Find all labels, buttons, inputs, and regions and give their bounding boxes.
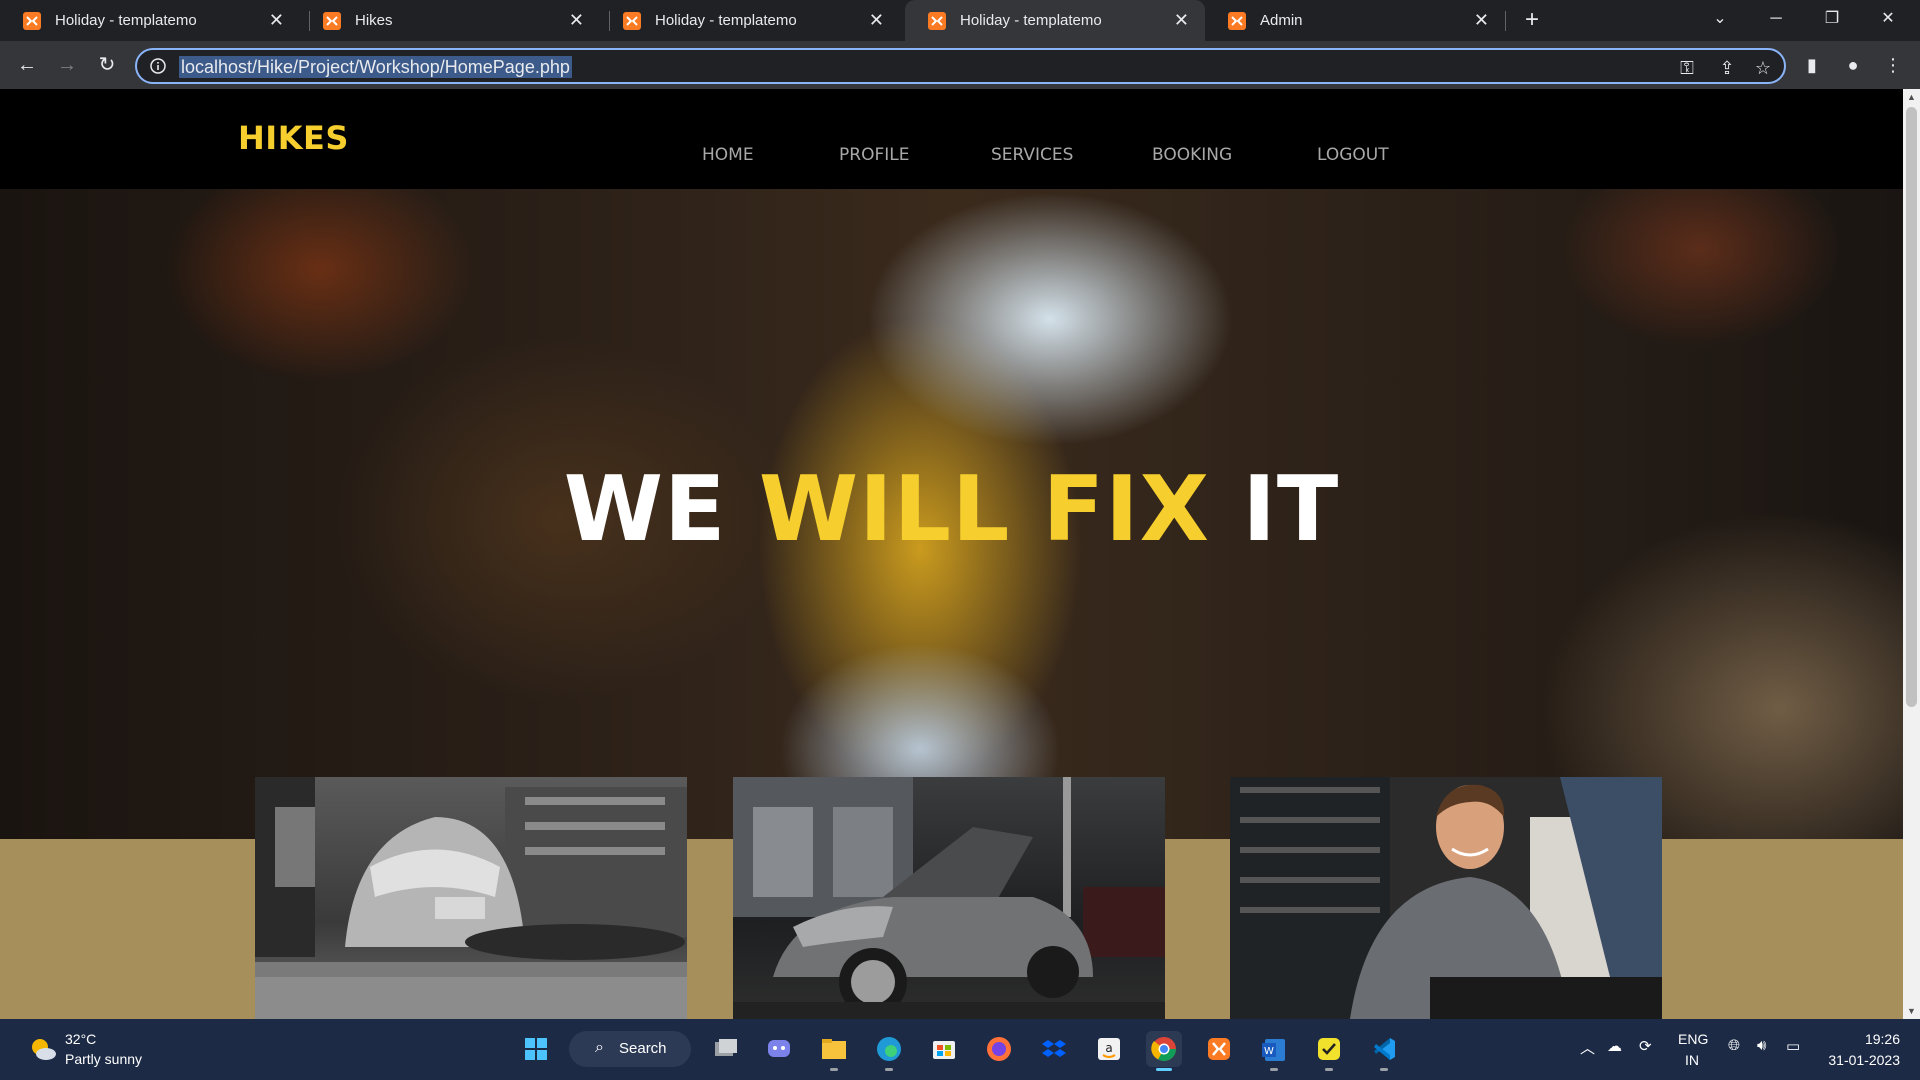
taskbar-search-label: Search	[619, 1040, 667, 1057]
tab-title: Holiday - templatemo	[655, 12, 797, 29]
clock-date[interactable]: 31-01-2023	[1828, 1052, 1900, 1068]
site-header: HIKES HOME PROFILE SERVICES BOOKING LOGO…	[0, 89, 1903, 189]
firefox-app-icon[interactable]	[981, 1031, 1017, 1067]
clock-time[interactable]: 19:26	[1865, 1031, 1900, 1047]
reload-icon[interactable]: ↻	[92, 50, 122, 80]
tab-divider	[1505, 11, 1506, 31]
start-button[interactable]	[518, 1031, 554, 1067]
windows-taskbar: 32°C Partly sunny ⌕ Search a W ︿ ☁ ⟳ ENG…	[0, 1019, 1920, 1080]
vscode-app-icon[interactable]	[1366, 1031, 1402, 1071]
browser-toolbar: ← → ↻ localhost/Hike/Project/Workshop/Ho…	[0, 41, 1920, 89]
back-arrow-icon[interactable]: ←	[12, 50, 42, 80]
search-icon: ⌕	[595, 1039, 604, 1056]
network-globe-icon[interactable]: 🌐︎	[1728, 1037, 1740, 1054]
tab-admin[interactable]: Admin ✕	[1205, 0, 1505, 41]
windows-logo-icon	[525, 1038, 547, 1060]
amazon-app-icon[interactable]: a	[1091, 1031, 1127, 1067]
svg-text:W: W	[1264, 1046, 1274, 1057]
region-code[interactable]: IN	[1685, 1052, 1699, 1068]
weather-desc[interactable]: Partly sunny	[65, 1051, 142, 1067]
tab-search-chevron-icon[interactable]: ⌄	[1692, 0, 1748, 41]
scroll-thumb[interactable]	[1906, 107, 1917, 707]
tab-holiday-active[interactable]: Holiday - templatemo ✕	[905, 0, 1205, 41]
xampp-favicon-icon	[1228, 12, 1246, 30]
page-scrollbar[interactable]: ▲ ▼	[1903, 89, 1920, 1019]
weather-temp[interactable]: 32°C	[65, 1031, 96, 1047]
taskbar-search[interactable]: ⌕ Search	[569, 1031, 691, 1067]
tab-title: Hikes	[355, 12, 393, 29]
dropbox-app-icon[interactable]	[1036, 1031, 1072, 1067]
sync-icon[interactable]: ⟳	[1639, 1037, 1652, 1055]
url-text[interactable]: localhost/Hike/Project/Workshop/HomePage…	[179, 56, 572, 78]
bookmark-star-icon[interactable]: ☆	[1751, 56, 1775, 80]
restore-icon[interactable]: ❐	[1804, 0, 1860, 41]
partly-sunny-icon[interactable]	[28, 1034, 58, 1064]
xampp-favicon-icon	[623, 12, 641, 30]
language-code[interactable]: ENG	[1678, 1031, 1708, 1047]
hero-title: WE WILL FIX IT	[0, 457, 1903, 562]
hero-title-part2: IT	[1210, 457, 1340, 562]
battery-icon[interactable]: ▭	[1786, 1037, 1800, 1055]
tab-bar: Holiday - templatemo ✕ Hikes ✕ Holiday -…	[0, 0, 1920, 41]
volume-icon[interactable]: 🔊︎	[1757, 1037, 1766, 1054]
forward-arrow-icon[interactable]: →	[52, 50, 82, 80]
close-window-icon[interactable]: ✕	[1860, 0, 1916, 41]
share-icon[interactable]: ⇪	[1715, 56, 1739, 80]
xampp-favicon-icon	[928, 12, 946, 30]
tab-close-icon[interactable]: ✕	[269, 10, 284, 30]
tab-close-icon[interactable]: ✕	[1174, 10, 1189, 30]
file-explorer-app-icon[interactable]	[816, 1031, 852, 1071]
nav-booking[interactable]: BOOKING	[1152, 145, 1232, 165]
show-hidden-icons-chevron-icon[interactable]: ︿	[1580, 1037, 1595, 1058]
minimize-icon[interactable]: ─	[1748, 0, 1804, 41]
page-viewport: HIKES HOME PROFILE SERVICES BOOKING LOGO…	[0, 89, 1903, 1019]
onedrive-cloud-icon[interactable]: ☁	[1607, 1037, 1622, 1055]
new-tab-button[interactable]: +	[1518, 6, 1546, 34]
tab-title: Holiday - templatemo	[55, 12, 197, 29]
tab-holiday-2[interactable]: Holiday - templatemo ✕	[600, 0, 900, 41]
menu-kebab-icon[interactable]: ⋮	[1878, 50, 1908, 80]
address-bar[interactable]: localhost/Hike/Project/Workshop/HomePage…	[135, 48, 1786, 84]
teams-chat-app-icon[interactable]	[761, 1031, 797, 1067]
key-icon[interactable]: ⚿	[1675, 56, 1699, 80]
tab-title: Holiday - templatemo	[960, 12, 1102, 29]
tab-close-icon[interactable]: ✕	[869, 10, 884, 30]
tab-close-icon[interactable]: ✕	[1474, 10, 1489, 30]
hero-title-part1: WE	[563, 457, 759, 562]
xampp-app-icon[interactable]	[1201, 1031, 1237, 1067]
todo-app-icon[interactable]	[1311, 1031, 1347, 1071]
site-logo[interactable]: HIKES	[238, 119, 349, 157]
scroll-up-arrow-icon[interactable]: ▲	[1903, 89, 1920, 105]
tab-title: Admin	[1260, 12, 1303, 29]
tab-hikes[interactable]: Hikes ✕	[300, 0, 600, 41]
hero-banner: WE WILL FIX IT	[0, 189, 1903, 849]
sports-car-open-hood-garage-photo	[733, 777, 1165, 1019]
task-view-app-icon[interactable]	[707, 1031, 743, 1067]
nav-logout[interactable]: LOGOUT	[1317, 145, 1389, 165]
xampp-favicon-icon	[23, 12, 41, 30]
chrome-app-icon[interactable]	[1146, 1031, 1182, 1071]
microsoft-store-app-icon[interactable]	[926, 1031, 962, 1067]
profile-icon[interactable]: ●	[1838, 50, 1868, 80]
mechanic-under-vintage-car-photo	[255, 777, 687, 1019]
xampp-favicon-icon	[323, 12, 341, 30]
side-panel-icon[interactable]: ▮	[1797, 50, 1827, 80]
nav-services[interactable]: SERVICES	[991, 145, 1073, 165]
word-app-icon[interactable]: W	[1256, 1031, 1292, 1071]
nav-home[interactable]: HOME	[702, 145, 754, 165]
scroll-down-arrow-icon[interactable]: ▼	[1903, 1003, 1920, 1019]
site-info-icon[interactable]	[149, 57, 167, 75]
edge-app-icon[interactable]	[871, 1031, 907, 1071]
tab-close-icon[interactable]: ✕	[569, 10, 584, 30]
nav-profile[interactable]: PROFILE	[839, 145, 909, 165]
tab-holiday-1[interactable]: Holiday - templatemo ✕	[0, 0, 300, 41]
smiling-mechanic-photo	[1230, 777, 1662, 1019]
hero-title-accent: WILL FIX	[758, 457, 1211, 562]
svg-text:a: a	[1105, 1041, 1112, 1055]
